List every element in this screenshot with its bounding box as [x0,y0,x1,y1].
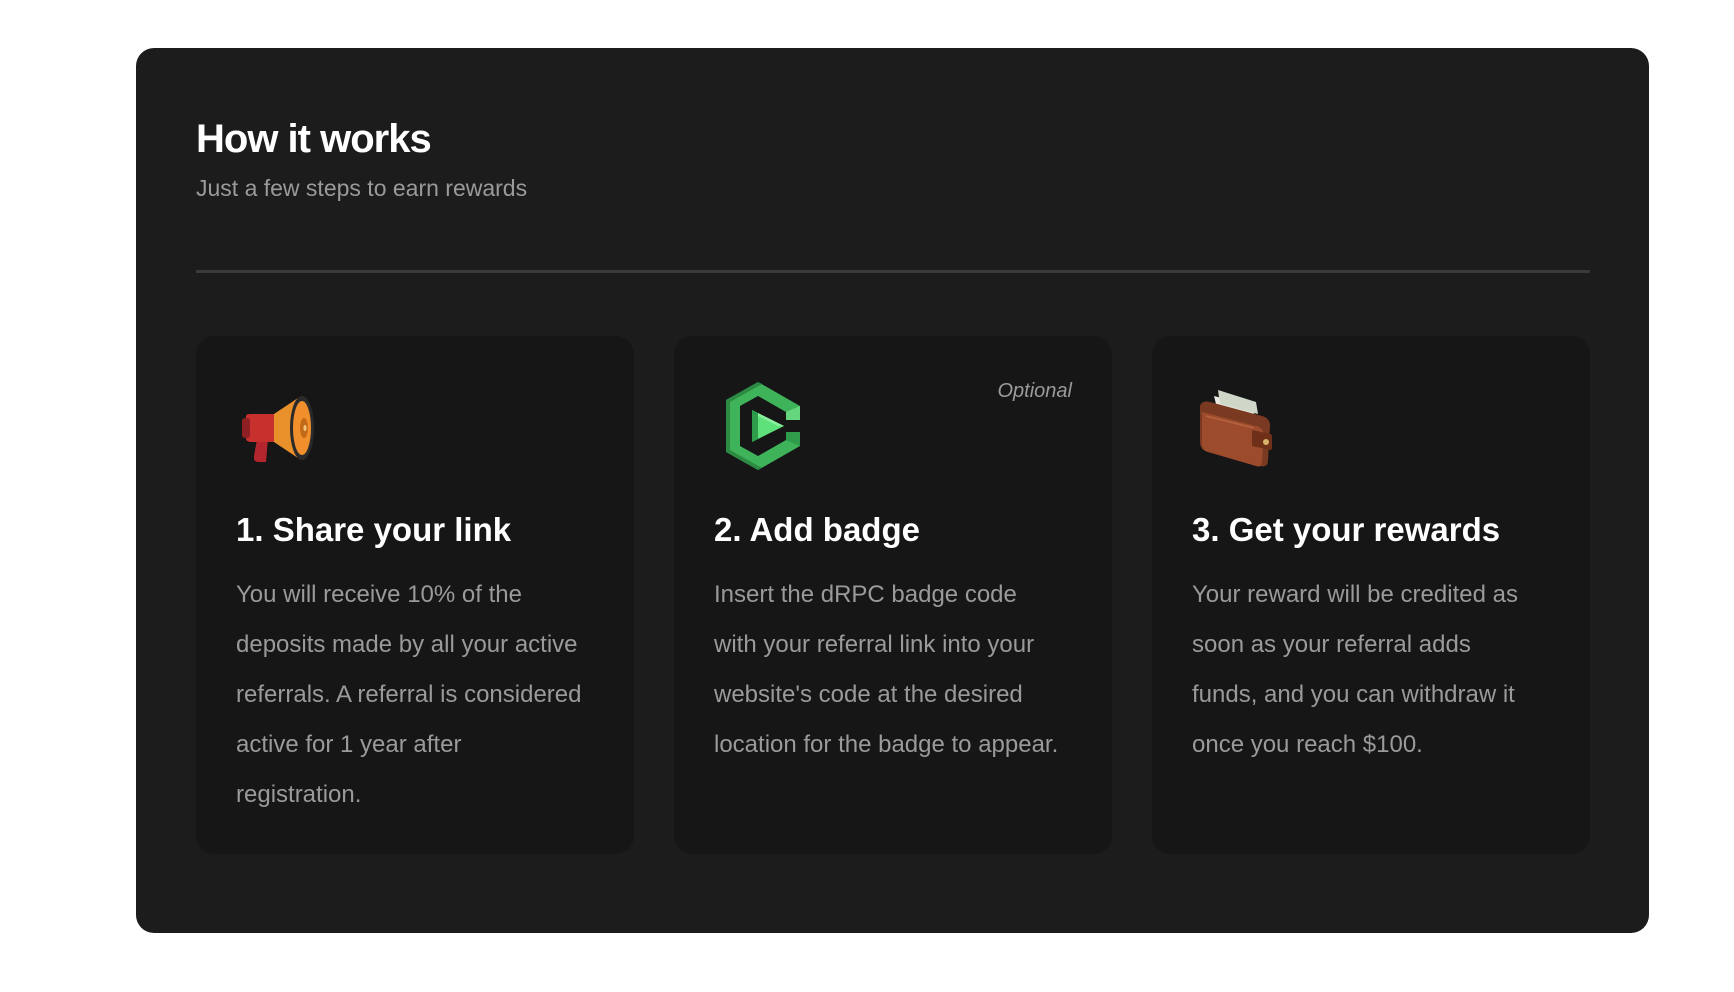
megaphone-icon [236,376,336,476]
step-description: Insert the dRPC badge code with your ref… [714,581,1059,758]
step-card-add-badge: Optional 2. Add badge Insert the dRPC ba… [674,336,1112,854]
step-description: Your reward will be credited as soon as … [1192,581,1518,758]
section-header: How it works Just a few steps to earn re… [196,116,527,202]
step-title: 3. Get your rewards [1192,511,1501,548]
how-it-works-panel: How it works Just a few steps to earn re… [136,48,1649,933]
steps-list: 1. Share your link You will receive 10% … [196,336,1590,854]
step-description: You will receive 10% of the deposits mad… [236,581,582,808]
wallet-icon [1192,376,1292,476]
drpc-badge-icon [714,376,814,476]
optional-tag: Optional [997,380,1073,402]
section-subtitle: Just a few steps to earn rewards [196,175,528,201]
section-divider [196,270,1590,273]
step-title: 2. Add badge [714,511,920,548]
step-card-share-link: 1. Share your link You will receive 10% … [196,336,634,854]
section-title: How it works [196,117,432,161]
step-card-get-rewards: 3. Get your rewards Your reward will be … [1152,336,1590,854]
step-title: 1. Share your link [236,511,512,548]
